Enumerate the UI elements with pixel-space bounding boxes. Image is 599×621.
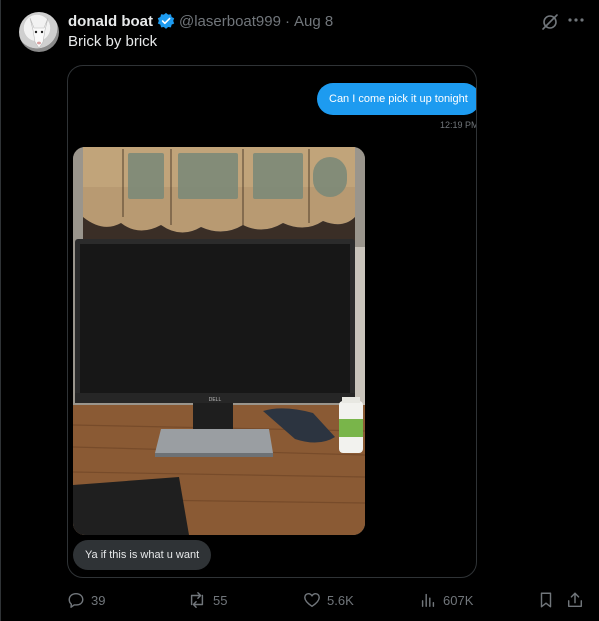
monitor-photo: DELL xyxy=(73,147,365,535)
user-handle[interactable]: @laserboat999 xyxy=(179,13,281,30)
tweet-header: donald boat @laserboat999 · Aug 8 xyxy=(68,11,333,31)
reply-icon xyxy=(67,591,85,609)
tweet-text: Brick by brick xyxy=(68,33,158,50)
share-icon xyxy=(566,591,584,609)
timeline-border xyxy=(0,0,1,621)
action-bar: 39 55 5.6K 607K xyxy=(67,590,587,610)
outgoing-message-bubble: Can I come pick it up tonight xyxy=(317,83,476,115)
like-button[interactable]: 5.6K xyxy=(303,590,354,610)
display-name[interactable]: donald boat xyxy=(68,13,153,30)
verified-badge-icon[interactable] xyxy=(157,12,175,30)
repost-button[interactable]: 55 xyxy=(187,590,227,610)
media-attachment[interactable]: Can I come pick it up tonight 12:19 PM D… xyxy=(67,65,477,578)
bookmark-button[interactable] xyxy=(537,590,555,610)
like-count: 5.6K xyxy=(327,592,354,608)
share-button[interactable] xyxy=(566,590,584,610)
repost-icon xyxy=(187,591,207,609)
views-icon xyxy=(419,591,437,609)
like-icon xyxy=(303,591,321,609)
tweet-card[interactable]: donald boat @laserboat999 · Aug 8 Brick … xyxy=(0,0,599,621)
incoming-message-bubble: Ya if this is what u want xyxy=(73,540,212,570)
avatar[interactable] xyxy=(19,12,59,52)
reply-count: 39 xyxy=(91,592,106,608)
views-button[interactable]: 607K xyxy=(419,590,473,610)
grok-icon[interactable] xyxy=(540,12,560,32)
repost-count: 55 xyxy=(213,592,228,608)
message-timestamp: 12:19 PM xyxy=(440,120,477,130)
views-count: 607K xyxy=(443,592,474,608)
separator-dot: · xyxy=(284,12,290,30)
reply-button[interactable]: 39 xyxy=(67,590,105,610)
bookmark-icon xyxy=(537,591,555,609)
monitor-brand-label: DELL xyxy=(209,397,222,403)
post-date[interactable]: Aug 8 xyxy=(294,13,333,30)
more-icon[interactable] xyxy=(566,10,586,30)
